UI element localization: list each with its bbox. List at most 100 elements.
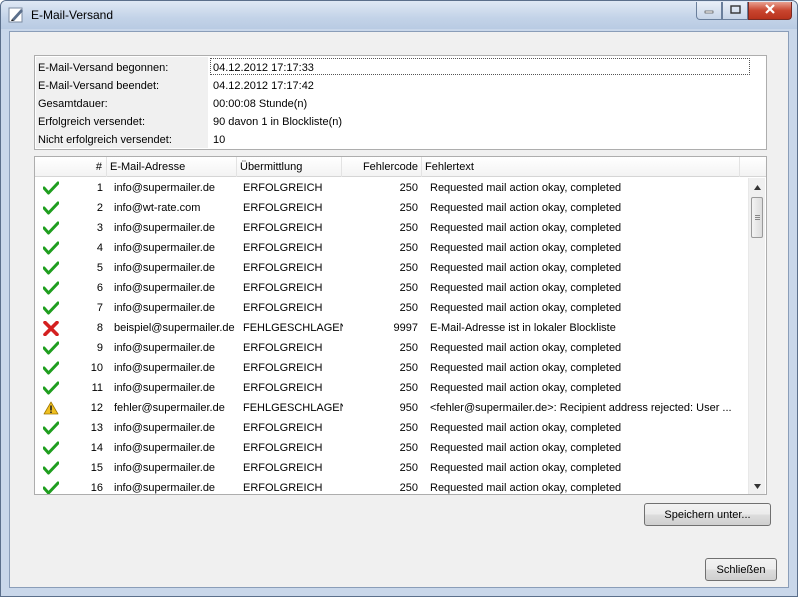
minimize-icon xyxy=(704,5,714,17)
thumb-grip-line xyxy=(755,217,760,218)
table-row[interactable]: 1 info@supermailer.de ERFOLGREICH 250 Reques… xyxy=(35,178,748,198)
table-row[interactable]: 14 info@supermailer.de ERFOLGREICH 250 Reque… xyxy=(35,438,748,458)
checkmark-icon xyxy=(41,258,61,278)
row-number: 9 xyxy=(96,342,103,354)
row-transfer-status: ERFOLGREICH xyxy=(243,442,323,454)
column-header-error-text[interactable]: Fehlertext xyxy=(422,157,740,177)
row-error-code: 250 xyxy=(399,362,418,374)
ended-value[interactable]: 04.12.2012 17:17:42 xyxy=(213,77,314,95)
row-error-code: 250 xyxy=(399,482,418,494)
thumb-grip-line xyxy=(755,215,760,216)
row-error-text: Requested mail action okay, completed xyxy=(430,362,622,374)
vertical-scrollbar[interactable] xyxy=(748,178,765,494)
row-error-code: 250 xyxy=(399,462,418,474)
checkmark-icon xyxy=(41,238,61,258)
close-icon xyxy=(764,4,776,17)
maximize-button[interactable] xyxy=(722,2,748,20)
table-row[interactable]: 7 info@supermailer.de ERFOLGREICH 250 Reques… xyxy=(35,298,748,318)
row-email: info@supermailer.de xyxy=(114,422,216,434)
scrollbar-thumb[interactable] xyxy=(751,197,763,238)
row-error-text: <fehler@supermailer.de>: Recipient addre… xyxy=(430,402,732,414)
table-row[interactable]: 4 info@supermailer.de ERFOLGREICH 250 Reques… xyxy=(35,238,748,258)
row-number: 2 xyxy=(96,202,103,214)
started-value[interactable]: 04.12.2012 17:17:33 xyxy=(213,59,314,77)
maximize-icon xyxy=(729,4,741,17)
row-error-code: 250 xyxy=(399,242,418,254)
column-header-error-code[interactable]: Fehlercode xyxy=(342,157,422,177)
row-transfer-status: ERFOLGREICH xyxy=(243,302,323,314)
row-error-text: Requested mail action okay, completed xyxy=(430,242,622,254)
minimize-button[interactable] xyxy=(696,2,722,20)
row-number: 12 xyxy=(90,402,103,414)
checkmark-icon xyxy=(41,378,61,398)
column-header-transfer[interactable]: Übermittlung xyxy=(237,157,342,177)
row-number: 14 xyxy=(90,442,103,454)
checkmark-icon xyxy=(41,278,61,298)
table-row[interactable]: 12 fehler@supermailer.de FEHLGESCHLAGEN 950… xyxy=(35,398,748,418)
column-header-number[interactable]: # xyxy=(35,157,107,177)
table-row[interactable]: 15 info@supermailer.de ERFOLGREICH 250 Reque… xyxy=(35,458,748,478)
checkmark-icon xyxy=(41,298,61,318)
failed-value[interactable]: 10 xyxy=(213,131,225,149)
row-email: info@wt-rate.com xyxy=(114,202,201,214)
row-email: info@supermailer.de xyxy=(114,482,216,494)
table-row[interactable]: 16 info@supermailer.de ERFOLGREICH 250 Reque… xyxy=(35,478,748,494)
table-row[interactable]: 6 info@supermailer.de ERFOLGREICH 250 Reques… xyxy=(35,278,748,298)
row-error-code: 250 xyxy=(399,202,418,214)
success-label: Erfolgreich versendet: xyxy=(38,116,145,128)
row-email: info@supermailer.de xyxy=(114,462,216,474)
table-row[interactable]: 10 info@supermailer.de ERFOLGREICH 250 Reque… xyxy=(35,358,748,378)
row-number: 16 xyxy=(90,482,103,494)
row-error-text: Requested mail action okay, completed xyxy=(430,222,622,234)
row-email: info@supermailer.de xyxy=(114,302,216,314)
delivery-log-table[interactable]: # E-Mail-Adresse Übermittlung Fehlercode… xyxy=(34,156,767,495)
table-row[interactable]: 3 info@supermailer.de ERFOLGREICH 250 Reques… xyxy=(35,218,748,238)
checkmark-icon xyxy=(41,198,61,218)
row-error-code: 250 xyxy=(399,302,418,314)
row-transfer-status: ERFOLGREICH xyxy=(243,482,323,494)
save-as-button[interactable]: Speichern unter... xyxy=(644,503,771,526)
table-body: 1 info@supermailer.de ERFOLGREICH 250 Reques… xyxy=(35,178,748,494)
row-error-code: 9997 xyxy=(393,322,418,334)
row-error-code: 250 xyxy=(399,342,418,354)
summary-panel: E-Mail-Versand begonnen: 04.12.2012 17:1… xyxy=(34,55,767,150)
row-number: 6 xyxy=(96,282,103,294)
checkmark-icon xyxy=(41,418,61,438)
row-error-text: Requested mail action okay, completed xyxy=(430,382,622,394)
table-row[interactable]: 11 info@supermailer.de ERFOLGREICH 250 Reque… xyxy=(35,378,748,398)
row-error-code: 250 xyxy=(399,382,418,394)
row-error-code: 250 xyxy=(399,442,418,454)
title-bar[interactable]: E-Mail-Versand xyxy=(1,1,797,29)
scroll-up-button[interactable] xyxy=(749,178,766,195)
row-email: info@supermailer.de xyxy=(114,282,216,294)
table-row[interactable]: 13 info@supermailer.de ERFOLGREICH 250 Reque… xyxy=(35,418,748,438)
success-value[interactable]: 90 davon 1 in Blockliste(n) xyxy=(213,113,342,131)
table-row[interactable]: 9 info@supermailer.de ERFOLGREICH 250 Reques… xyxy=(35,338,748,358)
row-email: info@supermailer.de xyxy=(114,222,216,234)
row-number: 10 xyxy=(90,362,103,374)
dialog-client-area: E-Mail-Versand begonnen: 04.12.2012 17:1… xyxy=(9,31,789,588)
row-transfer-status: ERFOLGREICH xyxy=(243,342,323,354)
duration-value[interactable]: 00:00:08 Stunde(n) xyxy=(213,95,307,113)
close-window-button[interactable] xyxy=(748,2,792,20)
row-error-text: Requested mail action okay, completed xyxy=(430,482,622,494)
row-transfer-status: ERFOLGREICH xyxy=(243,242,323,254)
table-row[interactable]: 5 info@supermailer.de ERFOLGREICH 250 Reques… xyxy=(35,258,748,278)
column-header-email[interactable]: E-Mail-Adresse xyxy=(107,157,237,177)
red-cross-icon xyxy=(41,318,61,338)
row-transfer-status: FEHLGESCHLAGEN xyxy=(243,402,343,414)
scroll-down-arrow-icon xyxy=(754,480,761,492)
scroll-down-button[interactable] xyxy=(749,477,766,494)
checkmark-icon xyxy=(41,178,61,198)
close-button[interactable]: Schließen xyxy=(705,558,777,581)
row-number: 4 xyxy=(96,242,103,254)
started-label: E-Mail-Versand begonnen: xyxy=(38,62,169,74)
row-error-text: Requested mail action okay, completed xyxy=(430,302,622,314)
row-email: info@supermailer.de xyxy=(114,242,216,254)
row-email: info@supermailer.de xyxy=(114,362,216,374)
row-email: info@supermailer.de xyxy=(114,182,216,194)
app-pen-icon xyxy=(8,6,25,23)
table-row[interactable]: 2 info@wt-rate.com ERFOLGREICH 250 Requested… xyxy=(35,198,748,218)
table-row[interactable]: 8 beispiel@supermailer.de FEHLGESCHLAGEN 99… xyxy=(35,318,748,338)
row-transfer-status: ERFOLGREICH xyxy=(243,422,323,434)
